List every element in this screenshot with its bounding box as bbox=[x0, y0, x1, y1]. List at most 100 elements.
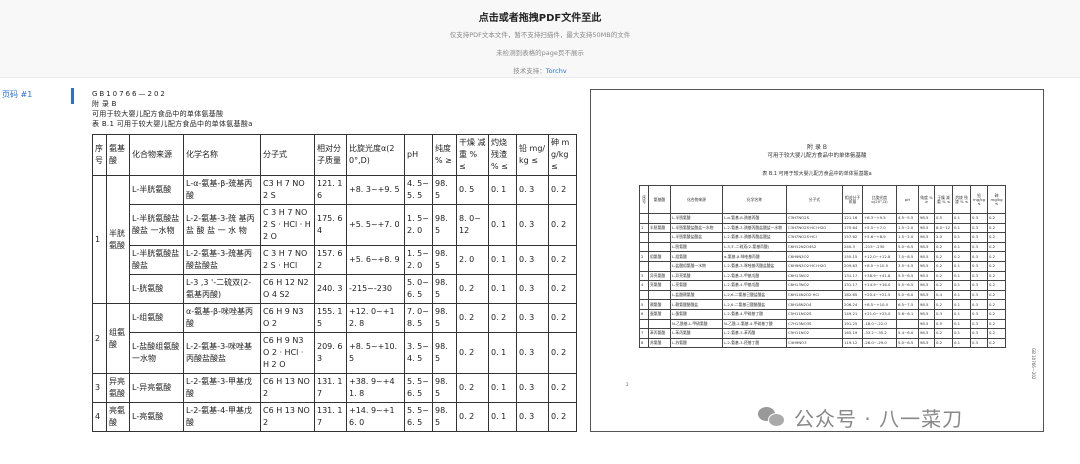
preview-appendix: 附 录 B bbox=[807, 144, 827, 151]
table-cell: 98. 5 bbox=[432, 373, 457, 403]
preview-row: 6 蛋氨酸 L-蛋氨酸 L-2-氨基-4-甲硫基丁酸 C5H11NO2S 149.21 +2… bbox=[639, 308, 1006, 320]
table-cell: 98. 5 bbox=[432, 332, 457, 374]
preview-row: L-胱氨酸 L-3,3'-二硫双(2-氨基丙酸) C6H12N2O4S2 240.3-… bbox=[639, 241, 1006, 253]
table-header-cell: pH bbox=[404, 134, 433, 176]
preview-cell: 8.0~12 bbox=[934, 222, 953, 234]
table-cell: +8. 3~+9. 5 bbox=[346, 175, 405, 205]
table-cell: L-半胱氨酸盐酸盐 一水物 bbox=[129, 204, 184, 246]
table-cell: 1. 5~2. 0 bbox=[404, 245, 433, 275]
preview-row: 7 苯丙氨酸 L-苯丙氨酸 L-2-氨基-3-苯丙酸 C9H11NO2 165.19 -33… bbox=[639, 328, 1006, 339]
table-cell: 0. 3 bbox=[516, 175, 549, 205]
preview-row: L-半胱氨酸盐酸盐 L-2-氨基-3-巯基丙酸盐酸盐 C3H7NO2S·HCl 157… bbox=[639, 232, 1006, 243]
table-cell: L-盐酸组氨酸 一水物 bbox=[129, 332, 184, 374]
preview-cell: 0.1 bbox=[952, 299, 971, 310]
table-cell: 0. 2 bbox=[456, 402, 489, 432]
table-cell: 121. 16 bbox=[314, 175, 347, 205]
preview-cell: 3.5~4.5 bbox=[896, 260, 919, 272]
preview-cell bbox=[639, 241, 649, 253]
preview-cell: L-异亮氨酸 bbox=[670, 270, 723, 282]
preview-cell: C6H13NO2 bbox=[786, 280, 843, 291]
preview-cell: 98.5 bbox=[918, 251, 935, 262]
preview-row: 1 半胱氨酸 L-半胱氨酸盐酸盐一水物 L-2-氨基-3-巯基丙酸盐酸盐一水物 C3H7… bbox=[639, 222, 1006, 234]
preview-cell: 0.2 bbox=[934, 337, 953, 349]
preview-cell: 0.1 bbox=[952, 222, 971, 234]
preview-cell: 0.3 bbox=[970, 213, 988, 224]
preview-cell: -215~-230 bbox=[862, 241, 897, 253]
tech-support-label: 技术支持： bbox=[513, 67, 546, 75]
table-cell: L-2-氨基-4-甲基戊酸 bbox=[183, 402, 261, 432]
preview-cell: L-半胱氨酸盐酸盐一水物 bbox=[670, 222, 723, 234]
preview-row: L-半胱氨酸 L-α-氨基-β-巯基丙酸 C3H7NO2S 121.16 +8.3~+9… bbox=[639, 213, 1006, 224]
upload-dropzone[interactable]: 点击或者拖拽PDF文件至此 仅支持PDF文本文件，暂不支持扫描件，最大支持50M… bbox=[0, 0, 1080, 78]
table-cell: 0. 2 bbox=[456, 274, 489, 304]
preview-cell: 182.65 bbox=[842, 289, 863, 301]
preview-cell: +8.3~+9.5 bbox=[862, 213, 897, 224]
table-row: 2 组氨酸 L-组氨酸 α-氨基-β-咪唑基丙酸 C6 H 9 N3 O 2 155. 1… bbox=[92, 303, 577, 374]
table-cell: 5. 5~6. 5 bbox=[404, 373, 433, 403]
preview-cell: α-氨基-β-咪唑基丙酸 bbox=[722, 251, 787, 262]
table-header-cell: 灼烧 残渣 % ≤ bbox=[488, 134, 517, 176]
table-cell: 0. 2 bbox=[456, 373, 489, 403]
preview-cell: 赖氨酸 bbox=[648, 299, 671, 310]
preview-row: 5 赖氨酸 L-赖氨酸醋酸盐 L-2,6-二氨基己酸醋酸盐 C8H18N2O4 206.2… bbox=[639, 299, 1006, 310]
preview-cell bbox=[648, 289, 671, 301]
preview-cell: L-α-氨基-β-巯基丙酸 bbox=[722, 213, 787, 224]
app: 点击或者拖拽PDF文件至此 仅支持PDF文本文件，暂不支持扫描件，最大支持50M… bbox=[0, 0, 1080, 464]
preview-cell: 组氨酸 bbox=[648, 251, 671, 262]
tech-support-link[interactable]: Torchv bbox=[546, 67, 567, 75]
preview-cell: C6H14N2O2·HCl bbox=[786, 289, 843, 301]
preview-cell: 165.19 bbox=[842, 328, 863, 339]
extracted-text: GB10766—202 附 录 B 可用于较大婴儿配方食品中的单体氨基酸 表 B… bbox=[92, 89, 572, 129]
table-cell: 0. 3 bbox=[516, 332, 549, 374]
preview-cell: 0.1 bbox=[952, 328, 971, 339]
preview-cell: 半胱氨酸 bbox=[648, 222, 671, 234]
preview-cell: 5.0~6.5 bbox=[896, 337, 919, 349]
preview-cell: 98.5 bbox=[918, 308, 935, 320]
preview-cell: L-苏氨酸 bbox=[670, 337, 723, 349]
table-cell: 0. 1 bbox=[488, 175, 517, 205]
preview-cell: N-乙酰-2-氨基-4-甲硫基丁酸 bbox=[722, 318, 787, 330]
table-cell: C 3 H 7 NO 2 S · HCl · H 2 O bbox=[260, 204, 315, 246]
preview-cell: 蛋氨酸 bbox=[648, 308, 671, 320]
table-row: L-半胱氨酸盐酸盐 一水物 L-2-氨基-3-巯 基丙 盐 酸 盐 一 水 物C … bbox=[93, 204, 577, 246]
preview-cell: L-3,3'-二硫双(2-氨基丙酸) bbox=[722, 241, 787, 253]
table-cell: 98. 5 bbox=[432, 245, 457, 275]
wechat-icon bbox=[758, 405, 786, 429]
preview-cell: 0.1 bbox=[952, 318, 971, 330]
preview-cell: 0.3 bbox=[970, 251, 988, 262]
table-cell: 1. 5~2. 0 bbox=[404, 204, 433, 246]
preview-cell bbox=[648, 241, 671, 253]
preview-cell: 1.5~2.0 bbox=[896, 232, 919, 243]
preview-cell bbox=[639, 260, 649, 272]
preview-cell: 8 bbox=[639, 337, 649, 349]
table-cell: 5. 5~6. 5 bbox=[404, 402, 433, 432]
preview-row: 4 亮氨酸 L-亮氨酸 L-2-氨基-4-甲基戊酸 C6H13NO2 131.17 +14.… bbox=[639, 280, 1006, 291]
preview-cell: 0.1 bbox=[952, 289, 971, 301]
preview-cell: L-2-氨基-4-甲基戊酸 bbox=[722, 280, 787, 291]
preview-cell: 0.2 bbox=[934, 241, 953, 253]
preview-cell: +12.0~+12.8 bbox=[862, 251, 897, 262]
preview-cell: 0.3 bbox=[970, 308, 988, 320]
preview-cell: 157.62 bbox=[842, 232, 863, 243]
table-cell: 0. 3 bbox=[516, 402, 549, 432]
page-number-label[interactable]: 页码 #1 bbox=[2, 89, 32, 100]
watermark-text: 公众号 · 八一菜刀 bbox=[794, 406, 964, 431]
table-cell: 0. 1 bbox=[488, 373, 517, 403]
preview-cell: L-2-氨基-3-苯丙酸 bbox=[722, 328, 787, 339]
preview-cell: 4 bbox=[639, 280, 649, 291]
preview-cell: 5.4~6.0 bbox=[896, 328, 919, 339]
preview-cell: 2 bbox=[639, 251, 649, 262]
preview-cell: 0.2 bbox=[987, 241, 1006, 253]
preview-cell: L-2-氨基-3-咪唑基丙酸盐酸盐 bbox=[722, 260, 787, 272]
preview-cell: L-亮氨酸 bbox=[670, 280, 723, 291]
preview-cell: L-半胱氨酸盐酸盐 bbox=[670, 232, 723, 243]
preview-cell: 0.2 bbox=[987, 251, 1006, 262]
preview-header-cell: 分子式 bbox=[786, 185, 843, 214]
preview-cell: 0.2 bbox=[987, 270, 1006, 282]
preview-cell: L-2-氨基-3-巯基丙酸盐酸盐一水物 bbox=[722, 222, 787, 234]
table-cell: L-2-氨基-3-咪唑基丙酸盐酸盐 bbox=[183, 332, 261, 374]
preview-cell: +20.4~+21.5 bbox=[862, 289, 897, 301]
preview-cell: 0.3 bbox=[970, 280, 988, 291]
preview-caption: 表 B.1 可用于较大婴儿配方食品中的单体氨基酸a bbox=[762, 171, 872, 177]
preview-cell: L-2-氨基-3-甲基戊酸 bbox=[722, 270, 787, 282]
